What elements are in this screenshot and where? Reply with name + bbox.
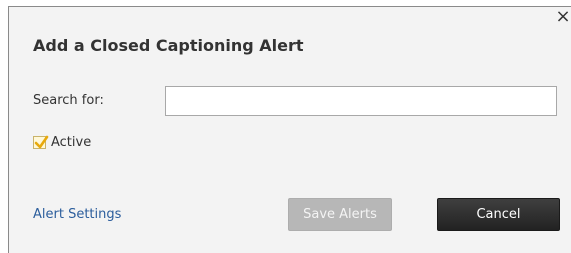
save-alerts-button[interactable]: Save Alerts bbox=[288, 198, 392, 231]
search-input[interactable] bbox=[165, 86, 557, 116]
closed-captioning-alert-dialog: × Add a Closed Captioning Alert Search f… bbox=[8, 6, 571, 253]
active-label: Active bbox=[51, 135, 92, 150]
active-checkbox[interactable] bbox=[33, 135, 49, 149]
cancel-button[interactable]: Cancel bbox=[437, 198, 560, 231]
active-option[interactable]: Active bbox=[33, 135, 91, 150]
dialog-title: Add a Closed Captioning Alert bbox=[33, 36, 304, 55]
checkmark-icon bbox=[34, 135, 49, 149]
search-label: Search for: bbox=[33, 93, 104, 108]
alert-settings-link[interactable]: Alert Settings bbox=[33, 207, 121, 222]
close-icon[interactable]: × bbox=[555, 7, 571, 29]
